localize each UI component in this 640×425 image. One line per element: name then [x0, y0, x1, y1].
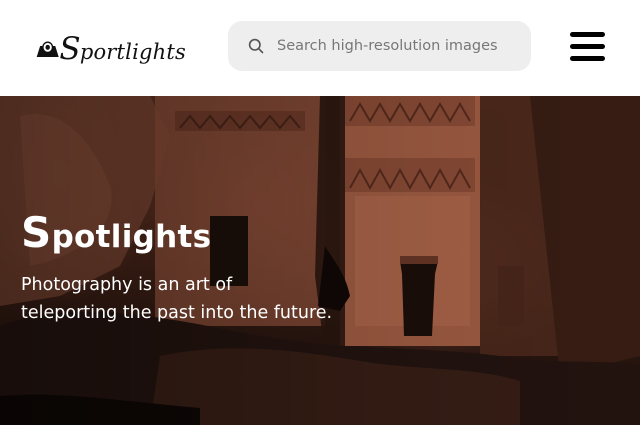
- camera-logo-icon: [36, 41, 59, 57]
- hero-tagline: Photography is an art of teleporting the …: [21, 271, 381, 327]
- hero-banner: Spotlights Photography is an art of telep…: [0, 96, 640, 425]
- menu-line: [570, 32, 605, 37]
- hero-overlay: [0, 96, 640, 425]
- hero-tagline-line-1: Photography is an art of: [21, 275, 233, 295]
- logo-rest: portlights: [79, 40, 186, 64]
- logo-wordmark: Sportlights: [59, 31, 186, 67]
- search-bar[interactable]: [228, 21, 531, 71]
- hero-tagline-line-2: teleporting the past into the future.: [21, 303, 333, 323]
- menu-line: [570, 56, 605, 61]
- search-input[interactable]: [277, 21, 522, 71]
- hero-title-initial: S: [21, 208, 52, 257]
- hero-title-rest: potlights: [51, 219, 212, 255]
- site-logo[interactable]: Sportlights: [36, 28, 186, 68]
- site-header: Sportlights: [0, 0, 640, 96]
- hero-title: Spotlights: [21, 208, 211, 257]
- hamburger-menu-icon[interactable]: [568, 30, 608, 64]
- logo-initial: S: [59, 31, 81, 67]
- search-icon[interactable]: [248, 38, 264, 54]
- menu-line: [570, 44, 605, 49]
